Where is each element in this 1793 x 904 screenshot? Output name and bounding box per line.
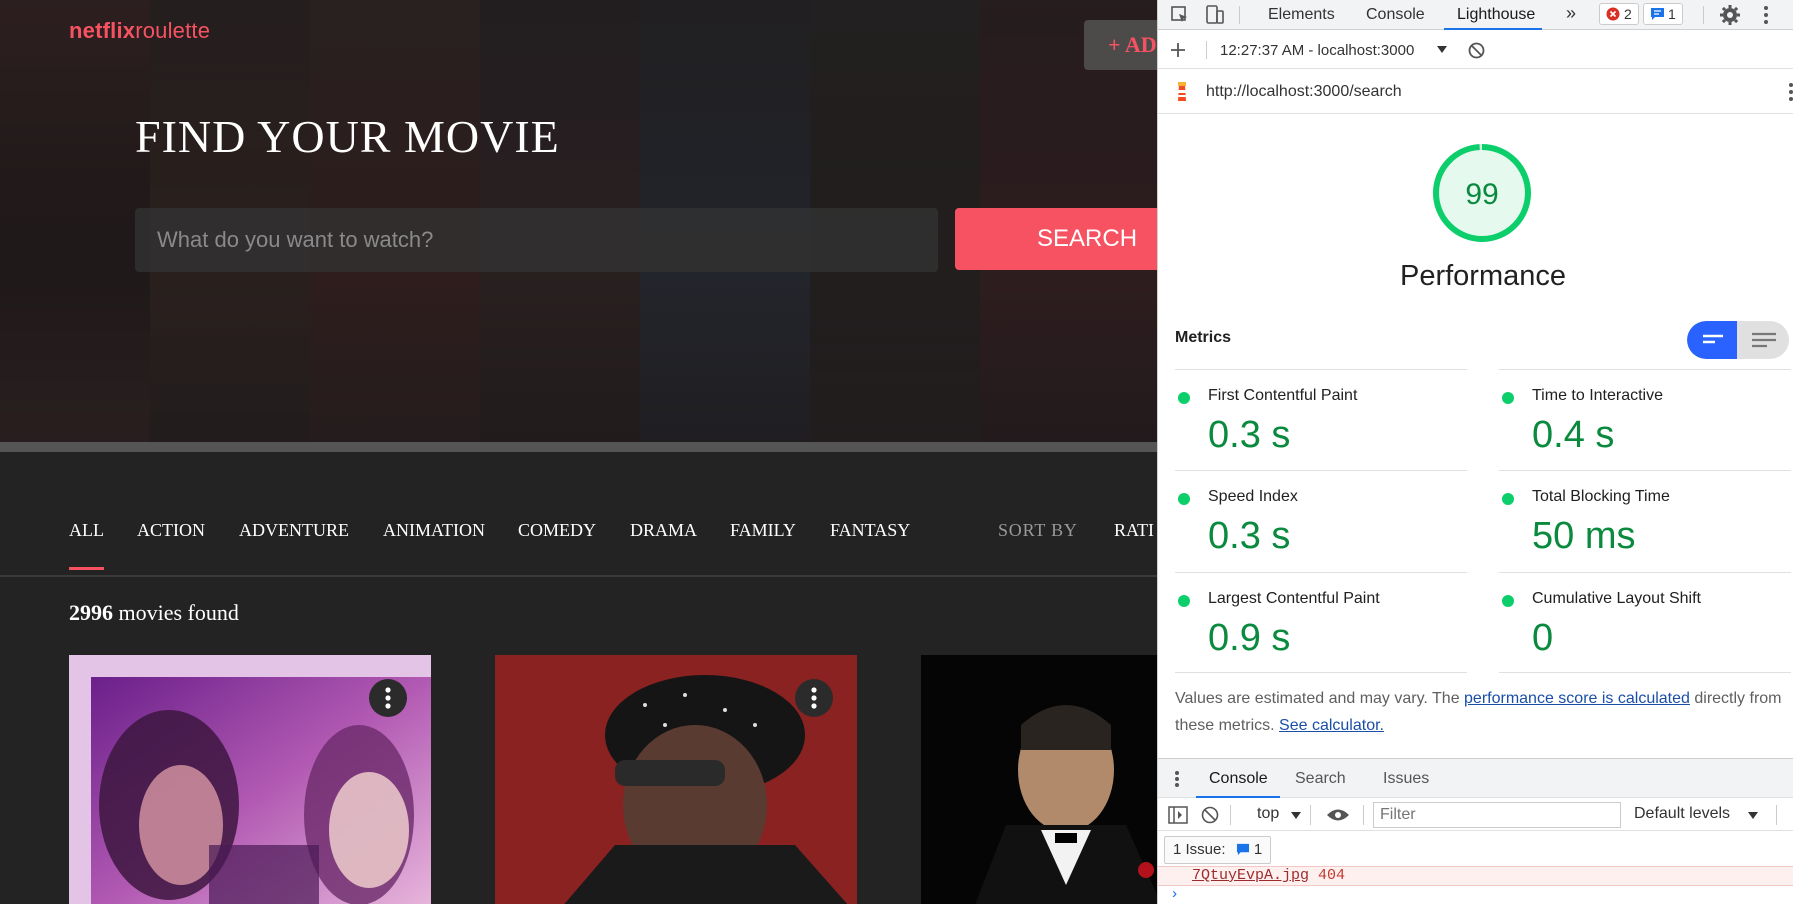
metric-time-to-interactive: Time to Interactive 0.4 s — [1499, 369, 1791, 470]
drawer-menu-icon[interactable] — [1174, 770, 1180, 788]
drawer-tab-console[interactable]: Console — [1209, 770, 1268, 788]
dropdown-arrow-icon — [1437, 46, 1447, 53]
card-menu-button[interactable] — [795, 679, 833, 717]
live-expression-eye-icon[interactable] — [1326, 808, 1350, 822]
genre-tab-adventure[interactable]: ADVENTURE — [239, 520, 349, 541]
netflix-roulette-app: netflixroulette + ADD FIND YOUR MOVIE SE… — [0, 0, 1157, 904]
devtools-tabbar: Elements Console Lighthouse » 2 1 — [1158, 0, 1793, 30]
new-report-icon[interactable] — [1170, 42, 1186, 58]
genre-tab-family[interactable]: FAMILY — [730, 520, 796, 541]
report-url-bar: http://localhost:3000/search — [1158, 70, 1793, 114]
more-vertical-icon — [385, 687, 391, 709]
metrics-footnote: Values are estimated and may vary. The p… — [1175, 690, 1782, 734]
metric-largest-contentful-paint: Largest Contentful Paint 0.9 s — [1175, 572, 1467, 673]
inspect-element-icon[interactable] — [1170, 5, 1190, 25]
issues-bar: 1 Issue: 1 — [1158, 832, 1793, 868]
pass-indicator-icon — [1502, 493, 1514, 505]
more-tabs-icon[interactable]: » — [1566, 3, 1576, 24]
movie-card[interactable] — [495, 655, 857, 904]
movie-card[interactable] — [69, 655, 431, 904]
sort-by-label: SORT BY — [998, 520, 1078, 540]
drawer-tab-issues[interactable]: Issues — [1383, 770, 1429, 788]
report-url: http://localhost:3000/search — [1206, 83, 1402, 100]
context-dropdown-icon — [1291, 812, 1301, 819]
report-menu-icon[interactable] — [1788, 82, 1793, 102]
genre-tab-comedy[interactable]: COMEDY — [518, 520, 596, 541]
tab-elements[interactable]: Elements — [1268, 6, 1335, 24]
tab-console[interactable]: Console — [1366, 6, 1425, 24]
lighthouse-toolbar: 12:27:37 AM - localhost:3000 — [1158, 31, 1793, 69]
more-options-icon[interactable] — [1763, 5, 1769, 25]
metric-total-blocking-time: Total Blocking Time 50 ms — [1499, 470, 1791, 571]
metric-cumulative-layout-shift: Cumulative Layout Shift 0 — [1499, 572, 1791, 673]
console-toolbar: top Default levels — [1158, 799, 1793, 831]
performance-score-gauge[interactable]: 99 — [1432, 143, 1532, 243]
log-levels-select[interactable]: Default levels — [1634, 805, 1730, 823]
sort-by-select[interactable]: RATI — [1114, 520, 1154, 541]
clear-reports-icon[interactable] — [1468, 42, 1485, 59]
lighthouse-report: 99 Performance Metrics First Contentful … — [1158, 115, 1793, 759]
genre-tab-animation[interactable]: ANIMATION — [383, 520, 485, 541]
score-calculation-link[interactable]: performance score is calculated — [1464, 690, 1690, 707]
genre-tab-fantasy[interactable]: FANTASY — [830, 520, 910, 541]
hero-header: netflixroulette + ADD FIND YOUR MOVIE SE… — [0, 0, 1157, 442]
tab-lighthouse[interactable]: Lighthouse — [1457, 6, 1535, 24]
search-input[interactable] — [135, 208, 938, 272]
movie-card[interactable] — [921, 655, 1157, 904]
summary-view-icon[interactable] — [1701, 333, 1725, 347]
messages-badge[interactable]: 1 — [1643, 3, 1683, 25]
genre-tab-action[interactable]: ACTION — [137, 520, 205, 541]
error-icon — [1606, 7, 1620, 21]
pass-indicator-icon — [1178, 392, 1190, 404]
levels-dropdown-icon — [1748, 812, 1758, 819]
app-logo[interactable]: netflixroulette — [69, 18, 210, 44]
metric-first-contentful-paint: First Contentful Paint 0.3 s — [1175, 369, 1467, 470]
hero-title: FIND YOUR MOVIE — [135, 111, 560, 162]
lighthouse-icon — [1178, 82, 1186, 101]
error-badge[interactable]: 2 — [1599, 3, 1639, 25]
pass-indicator-icon — [1178, 493, 1190, 505]
metrics-heading: Metrics — [1175, 329, 1232, 346]
clear-console-icon[interactable] — [1201, 806, 1219, 824]
error-source-link[interactable]: 7QtuyEvpA.jpg — [1192, 867, 1309, 884]
issues-count-chip[interactable]: 1 Issue: 1 — [1164, 836, 1272, 864]
console-filter-input[interactable] — [1373, 802, 1621, 828]
metrics-view-toggle[interactable] — [1687, 321, 1789, 359]
more-vertical-icon — [811, 687, 817, 709]
genre-nav-underline — [0, 575, 1157, 577]
category-title: Performance — [1399, 260, 1566, 292]
results-count: 2996 movies found — [69, 600, 239, 625]
expanded-view-icon[interactable] — [1751, 332, 1777, 348]
issue-message-icon — [1236, 843, 1249, 856]
console-error-row: 7QtuyEvpA.jpg 404 — [1158, 866, 1793, 886]
settings-gear-icon[interactable] — [1719, 4, 1741, 26]
report-selector[interactable]: 12:27:37 AM - localhost:3000 — [1220, 42, 1414, 59]
pass-indicator-icon — [1502, 392, 1514, 404]
device-toolbar-icon[interactable] — [1204, 4, 1226, 26]
context-select[interactable]: top — [1257, 805, 1279, 823]
message-icon — [1651, 8, 1664, 20]
genre-tab-drama[interactable]: DRAMA — [630, 520, 697, 541]
add-movie-button[interactable]: + ADD — [1084, 20, 1157, 70]
search-button[interactable]: SEARCH — [955, 208, 1157, 270]
console-prompt[interactable]: › — [1170, 886, 1179, 903]
devtools-panel: Elements Console Lighthouse » 2 1 12:27:… — [1157, 0, 1793, 904]
score-value: 99 — [1465, 178, 1498, 211]
genre-tab-all[interactable]: ALL — [69, 520, 104, 570]
error-status-code: 404 — [1318, 867, 1346, 884]
pass-indicator-icon — [1178, 595, 1190, 607]
pass-indicator-icon — [1502, 595, 1514, 607]
hero-divider — [0, 442, 1157, 452]
drawer-tabbar: Console Search Issues — [1158, 758, 1793, 798]
movie-poster — [921, 655, 1157, 904]
card-menu-button[interactable] — [369, 679, 407, 717]
drawer-tab-search[interactable]: Search — [1295, 770, 1346, 788]
see-calculator-link[interactable]: See calculator. — [1279, 717, 1384, 734]
sidebar-toggle-icon[interactable] — [1168, 806, 1188, 824]
metric-speed-index: Speed Index 0.3 s — [1175, 470, 1467, 571]
